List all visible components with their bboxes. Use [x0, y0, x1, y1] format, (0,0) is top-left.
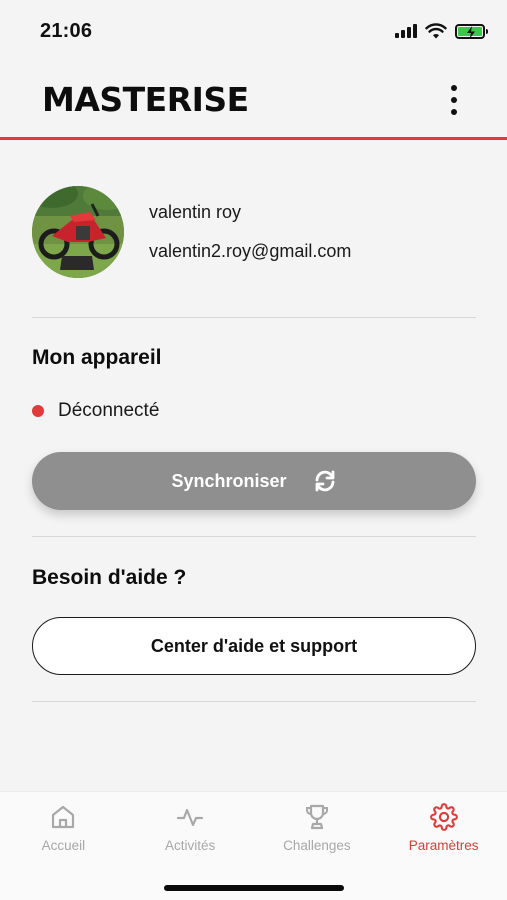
home-indicator [164, 885, 344, 891]
app-header: MASTERISE [0, 62, 507, 140]
tab-challenges[interactable]: Challenges [254, 802, 381, 862]
status-dot [32, 405, 44, 417]
help-support-button-label: Center d'aide et support [150, 635, 358, 656]
device-status-text: Déconnecté [58, 400, 160, 421]
motorbike-photo [32, 186, 124, 278]
profile-name: valentin roy [149, 202, 242, 222]
more-vertical-icon[interactable] [443, 81, 465, 119]
divider [32, 701, 476, 702]
device-section-title: Mon appareil [32, 346, 162, 369]
status-bar: 21:06 [0, 0, 507, 62]
profile-info: valentin roy valentin2.roy@gmail.com [149, 202, 351, 262]
brand-logo: MASTERISE [42, 80, 249, 119]
help-section-title: Besoin d'aide ? [32, 566, 187, 589]
tab-bar: Accueil Activités Challenges Paramètres [0, 791, 507, 900]
cellular-signal-icon [395, 24, 417, 38]
trophy-icon [302, 802, 332, 832]
activity-icon [175, 802, 205, 832]
status-icons [395, 23, 488, 39]
device-status: Déconnecté [32, 400, 159, 422]
sync-button[interactable]: Synchroniser [32, 452, 476, 510]
tab-accueil[interactable]: Accueil [0, 802, 127, 862]
refresh-icon [315, 470, 334, 492]
tab-label: Challenges [283, 838, 351, 853]
tab-activites[interactable]: Activités [127, 802, 254, 862]
tab-label: Activités [164, 838, 216, 853]
tab-label: Paramètres [408, 838, 479, 853]
wifi-icon [425, 23, 447, 39]
tab-label: Accueil [41, 838, 86, 853]
home-icon [48, 802, 78, 832]
avatar [32, 186, 124, 278]
status-time: 21:06 [40, 19, 93, 42]
help-support-button[interactable]: Center d'aide et support [32, 617, 476, 675]
battery-icon [455, 23, 488, 39]
profile-email: valentin2.roy@gmail.com [149, 241, 352, 261]
sync-button-label: Synchroniser [171, 470, 287, 491]
divider [32, 317, 476, 318]
gear-icon [429, 802, 459, 832]
divider [32, 536, 476, 537]
tab-parametres[interactable]: Paramètres [380, 802, 507, 862]
profile-section: valentin roy valentin2.roy@gmail.com [32, 184, 476, 280]
